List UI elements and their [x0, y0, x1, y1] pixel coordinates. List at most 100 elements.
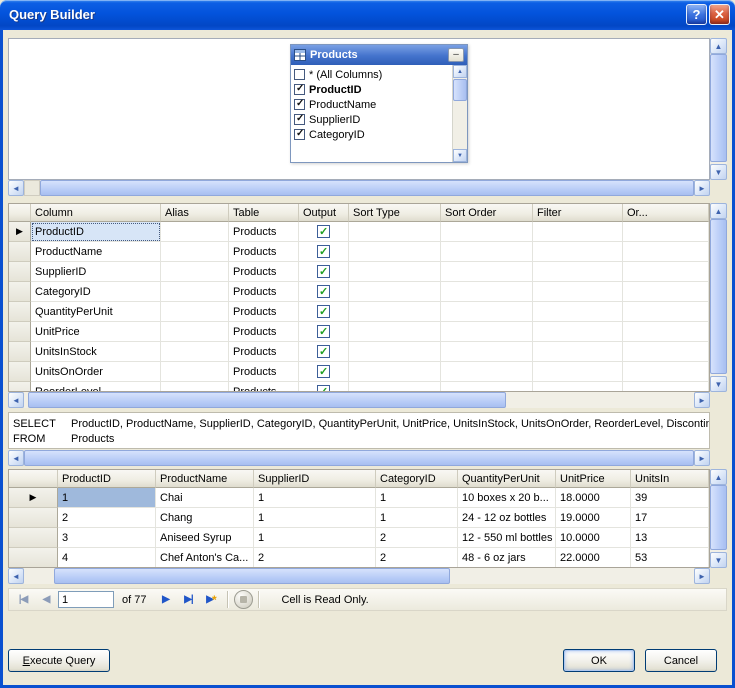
field-checkbox[interactable] [294, 99, 305, 110]
cell-alias[interactable] [161, 322, 229, 342]
cell-or[interactable] [623, 342, 709, 362]
cell-column[interactable]: QuantityPerUnit [31, 302, 161, 322]
cell-table[interactable]: Products [229, 262, 299, 282]
result-cell[interactable]: 24 - 12 oz bottles [458, 508, 556, 528]
cell-filter[interactable] [533, 302, 623, 322]
result-cell[interactable]: 1 [254, 508, 376, 528]
cell-alias[interactable] [161, 222, 229, 242]
scroll-up-icon[interactable]: ▲ [453, 65, 467, 78]
cell-sort-type[interactable] [349, 262, 441, 282]
cell-sort-type[interactable] [349, 362, 441, 382]
results-vertical-scrollbar[interactable]: ▲ ▼ [710, 469, 727, 568]
cell-alias[interactable] [161, 382, 229, 392]
result-cell[interactable]: 10 boxes x 20 b... [458, 488, 556, 508]
scroll-right-icon[interactable]: ► [694, 392, 710, 408]
result-cell[interactable]: Aniseed Syrup [156, 528, 254, 548]
output-checkbox[interactable] [317, 225, 330, 238]
cell-sort-order[interactable] [441, 362, 533, 382]
cell-sort-order[interactable] [441, 242, 533, 262]
result-cell[interactable]: 1 [254, 528, 376, 548]
header-output[interactable]: Output [299, 204, 349, 222]
cell-sort-type[interactable] [349, 382, 441, 392]
scroll-thumb[interactable] [28, 392, 506, 408]
cell-sort-order[interactable] [441, 322, 533, 342]
row-selector[interactable] [9, 242, 31, 262]
header-sort-type[interactable]: Sort Type [349, 204, 441, 222]
scroll-up-icon[interactable]: ▲ [710, 38, 727, 54]
cell-column[interactable]: ProductName [31, 242, 161, 262]
ok-button[interactable]: OK [563, 649, 635, 672]
result-cell[interactable]: 12 - 550 ml bottles [458, 528, 556, 548]
field-item[interactable]: * (All Columns) [291, 67, 452, 82]
cell-table[interactable]: Products [229, 342, 299, 362]
scroll-thumb[interactable] [453, 79, 467, 101]
cell-alias[interactable] [161, 362, 229, 382]
field-checkbox[interactable] [294, 69, 305, 80]
output-checkbox[interactable] [317, 365, 330, 378]
header-table[interactable]: Table [229, 204, 299, 222]
field-item[interactable]: SupplierID [291, 112, 452, 127]
cell-or[interactable] [623, 302, 709, 322]
move-first-button[interactable]: |◀ [12, 590, 34, 609]
scroll-right-icon[interactable]: ► [694, 450, 710, 466]
result-cell[interactable]: 17 [631, 508, 709, 528]
result-cell[interactable]: 39 [631, 488, 709, 508]
header-filter[interactable]: Filter [533, 204, 623, 222]
scroll-down-icon[interactable]: ▼ [453, 149, 467, 162]
products-table-box[interactable]: Products – * (All Columns) ProductID [290, 44, 468, 163]
cell-filter[interactable] [533, 222, 623, 242]
result-cell[interactable]: 48 - 6 oz jars [458, 548, 556, 568]
cell-filter[interactable] [533, 362, 623, 382]
add-new-row-button[interactable]: ▶* [200, 590, 222, 609]
result-cell[interactable]: 2 [254, 548, 376, 568]
header-unitprice[interactable]: UnitPrice [556, 470, 631, 488]
scroll-right-icon[interactable]: ► [694, 180, 710, 196]
scroll-left-icon[interactable]: ◄ [8, 450, 24, 466]
cell-filter[interactable] [533, 262, 623, 282]
scroll-down-icon[interactable]: ▼ [710, 552, 727, 568]
corner-header[interactable] [9, 204, 31, 222]
cell-or[interactable] [623, 222, 709, 242]
row-selector[interactable] [9, 282, 31, 302]
results-horizontal-scrollbar[interactable]: ◄ ► [8, 568, 710, 584]
cell-or[interactable] [623, 322, 709, 342]
diagram-vertical-scrollbar[interactable]: ▲ ▼ [710, 38, 727, 180]
cell-sort-type[interactable] [349, 342, 441, 362]
result-cell[interactable]: Chang [156, 508, 254, 528]
move-next-button[interactable]: ▶ [154, 590, 176, 609]
result-cell[interactable]: 1 [58, 488, 156, 508]
cell-filter[interactable] [533, 342, 623, 362]
scroll-left-icon[interactable]: ◄ [8, 568, 24, 584]
scroll-thumb[interactable] [710, 485, 727, 550]
cell-sort-order[interactable] [441, 382, 533, 392]
row-selector[interactable] [9, 528, 58, 548]
header-alias[interactable]: Alias [161, 204, 229, 222]
result-cell[interactable]: 1 [376, 488, 458, 508]
cell-table[interactable]: Products [229, 222, 299, 242]
header-productname[interactable]: ProductName [156, 470, 254, 488]
output-checkbox[interactable] [317, 305, 330, 318]
field-list-scrollbar[interactable]: ▲ ▼ [452, 65, 467, 162]
scroll-thumb[interactable] [710, 54, 727, 162]
cell-filter[interactable] [533, 282, 623, 302]
title-bar[interactable]: Query Builder ? ✕ [0, 0, 735, 30]
close-button[interactable]: ✕ [709, 4, 730, 25]
header-or[interactable]: Or... [623, 204, 709, 222]
move-previous-button[interactable]: ◀ [35, 590, 57, 609]
output-checkbox[interactable] [317, 345, 330, 358]
cell-alias[interactable] [161, 302, 229, 322]
output-checkbox[interactable] [317, 385, 330, 392]
result-cell[interactable]: 19.0000 [556, 508, 631, 528]
cell-sort-order[interactable] [441, 222, 533, 242]
field-checkbox[interactable] [294, 114, 305, 125]
output-checkbox[interactable] [317, 325, 330, 338]
criteria-vertical-scrollbar[interactable]: ▲ ▼ [710, 203, 727, 392]
cell-column[interactable]: UnitPrice [31, 322, 161, 342]
cell-or[interactable] [623, 242, 709, 262]
scroll-down-icon[interactable]: ▼ [710, 164, 727, 180]
cell-sort-order[interactable] [441, 342, 533, 362]
cell-table[interactable]: Products [229, 282, 299, 302]
header-supplierid[interactable]: SupplierID [254, 470, 376, 488]
header-unitsinstock[interactable]: UnitsIn [631, 470, 709, 488]
cell-table[interactable]: Products [229, 302, 299, 322]
